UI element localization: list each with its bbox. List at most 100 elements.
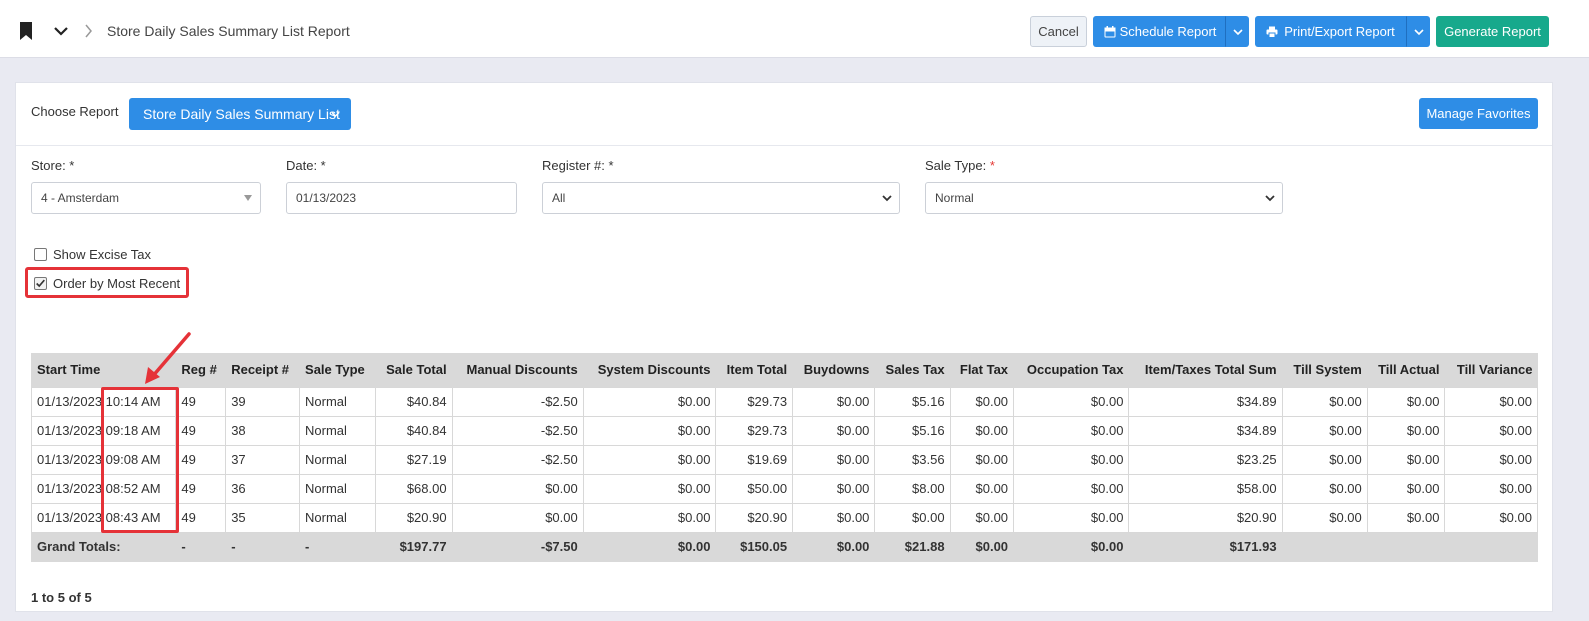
- total-cell: -: [225, 531, 301, 562]
- table-cell: 49: [175, 473, 227, 504]
- table-cell: Normal: [299, 473, 376, 504]
- total-cell: -$7.50: [451, 531, 584, 562]
- table-cell: $0.00: [874, 502, 951, 533]
- table-cell: Normal: [299, 386, 376, 417]
- print-export-dropdown[interactable]: [1406, 16, 1430, 47]
- table-cell: $5.16: [874, 415, 951, 446]
- annotation-time-highlight: [101, 387, 179, 533]
- total-cell: $0.00: [582, 531, 717, 562]
- table-cell: $0.00: [1366, 415, 1446, 446]
- total-cell: -: [175, 531, 227, 562]
- table-cell: $0.00: [582, 415, 717, 446]
- register-value: All: [552, 191, 566, 205]
- col-item-total[interactable]: Item Total: [715, 353, 793, 387]
- table-cell: Normal: [299, 415, 376, 446]
- table-cell: $58.00: [1128, 473, 1283, 504]
- date-label: Date: *: [286, 158, 326, 173]
- table-cell: -$2.50: [451, 444, 584, 475]
- table-cell: $0.00: [792, 473, 876, 504]
- print-export-button[interactable]: Print/Export Report: [1255, 16, 1406, 47]
- total-cell: $197.77: [374, 531, 453, 562]
- col-manual-discounts[interactable]: Manual Discounts: [451, 353, 584, 387]
- sale-type-select[interactable]: Normal: [925, 182, 1283, 214]
- col-till-variance[interactable]: Till Variance: [1444, 353, 1538, 387]
- table-cell: $0.00: [792, 444, 876, 475]
- table-cell: $29.73: [715, 415, 794, 446]
- col-sale-type[interactable]: Sale Type: [299, 353, 376, 387]
- table-cell: $8.00: [874, 473, 951, 504]
- store-select[interactable]: 4 - Amsterdam: [31, 182, 261, 214]
- grand-totals-row: Grand Totals: - - - $197.77 -$7.50 $0.00 $150.0…: [30, 531, 1538, 562]
- total-cell: $0.00: [949, 531, 1015, 562]
- table-row[interactable]: 01/13/2023 09:08 AM 49 37 Normal $27.19 -$2.5…: [30, 444, 1538, 475]
- table-cell: $20.90: [715, 502, 794, 533]
- col-till-system[interactable]: Till System: [1281, 353, 1368, 387]
- bookmark-icon[interactable]: [19, 22, 33, 40]
- table-cell: $20.90: [374, 502, 453, 533]
- table-cell: 49: [175, 415, 227, 446]
- table-row[interactable]: 01/13/2023 08:43 AM 49 35 Normal $20.90 $0.00…: [30, 502, 1538, 533]
- table-cell: $0.00: [1281, 386, 1368, 417]
- table-cell: 36: [225, 473, 301, 504]
- table-cell: $0.00: [949, 444, 1015, 475]
- total-cell: -: [299, 531, 376, 562]
- choose-report-dropdown[interactable]: Store Daily Sales Summary List: [129, 98, 351, 130]
- annotation-highlight-box: [25, 267, 189, 298]
- top-bar: Store Daily Sales Summary List Report Ca…: [0, 0, 1589, 58]
- table-cell: $0.00: [1444, 444, 1538, 475]
- generate-report-button[interactable]: Generate Report: [1436, 16, 1549, 47]
- table-cell: $0.00: [582, 473, 717, 504]
- table-cell: 49: [175, 444, 227, 475]
- total-cell: $150.05: [715, 531, 794, 562]
- table-row[interactable]: 01/13/2023 10:14 AM 49 39 Normal $40.84 -$2.5…: [30, 386, 1538, 417]
- show-excise-label: Show Excise Tax: [53, 247, 152, 262]
- selected-report-label: Store Daily Sales Summary List: [143, 106, 340, 122]
- breadcrumb: Store Daily Sales Summary List Report: [107, 23, 350, 39]
- table-cell: $0.00: [582, 502, 717, 533]
- col-sale-total[interactable]: Sale Total: [374, 353, 453, 387]
- date-input[interactable]: 01/13/2023: [286, 182, 517, 214]
- col-till-actual[interactable]: Till Actual: [1366, 353, 1445, 387]
- col-item-taxes-total[interactable]: Item/Taxes Total Sum: [1128, 353, 1283, 387]
- col-sales-tax[interactable]: Sales Tax: [874, 353, 951, 387]
- print-export-label: Print/Export Report: [1284, 24, 1395, 39]
- table-cell: $50.00: [715, 473, 794, 504]
- table-cell: -$2.50: [451, 415, 584, 446]
- calendar-icon: [1104, 26, 1116, 38]
- sale-type-label: Sale Type: *: [925, 158, 995, 173]
- sale-type-value: Normal: [935, 191, 974, 205]
- cancel-button[interactable]: Cancel: [1030, 16, 1087, 47]
- schedule-report-button[interactable]: Schedule Report: [1093, 16, 1225, 47]
- table-cell: 49: [175, 502, 227, 533]
- pagination-summary: 1 to 5 of 5: [31, 590, 92, 605]
- table-cell: 35: [225, 502, 301, 533]
- table-cell: $0.00: [949, 415, 1015, 446]
- col-flat-tax[interactable]: Flat Tax: [949, 353, 1014, 387]
- table-row[interactable]: 01/13/2023 09:18 AM 49 38 Normal $40.84 -$2.5…: [30, 415, 1538, 446]
- table-cell: $0.00: [1013, 473, 1130, 504]
- col-system-discounts[interactable]: System Discounts: [582, 353, 716, 387]
- schedule-report-label: Schedule Report: [1119, 24, 1217, 39]
- total-cell: [1444, 531, 1538, 562]
- table-cell: $0.00: [949, 386, 1015, 417]
- table-cell: $40.84: [374, 415, 453, 446]
- table-cell: Normal: [299, 444, 376, 475]
- total-cell: $0.00: [792, 531, 876, 562]
- register-select[interactable]: All: [542, 182, 900, 214]
- schedule-report-dropdown[interactable]: [1225, 16, 1249, 47]
- date-value: 01/13/2023: [296, 191, 357, 205]
- show-excise-checkbox[interactable]: [34, 248, 47, 261]
- table-cell: $0.00: [1281, 415, 1368, 446]
- col-receipt[interactable]: Receipt #: [225, 353, 300, 387]
- table-row[interactable]: 01/13/2023 08:52 AM 49 36 Normal $68.00 $0.00…: [30, 473, 1538, 504]
- total-cell: [1366, 531, 1446, 562]
- col-buydowns[interactable]: Buydowns: [792, 353, 875, 387]
- table-cell: $0.00: [1013, 502, 1130, 533]
- manage-favorites-button[interactable]: Manage Favorites: [1419, 98, 1538, 129]
- chevron-down-icon[interactable]: [54, 26, 68, 36]
- annotation-arrow-icon: [145, 332, 191, 384]
- col-occupation-tax[interactable]: Occupation Tax: [1013, 353, 1129, 387]
- table-cell: $0.00: [1013, 386, 1130, 417]
- choose-report-label: Choose Report: [31, 104, 119, 119]
- table-cell: $19.69: [715, 444, 794, 475]
